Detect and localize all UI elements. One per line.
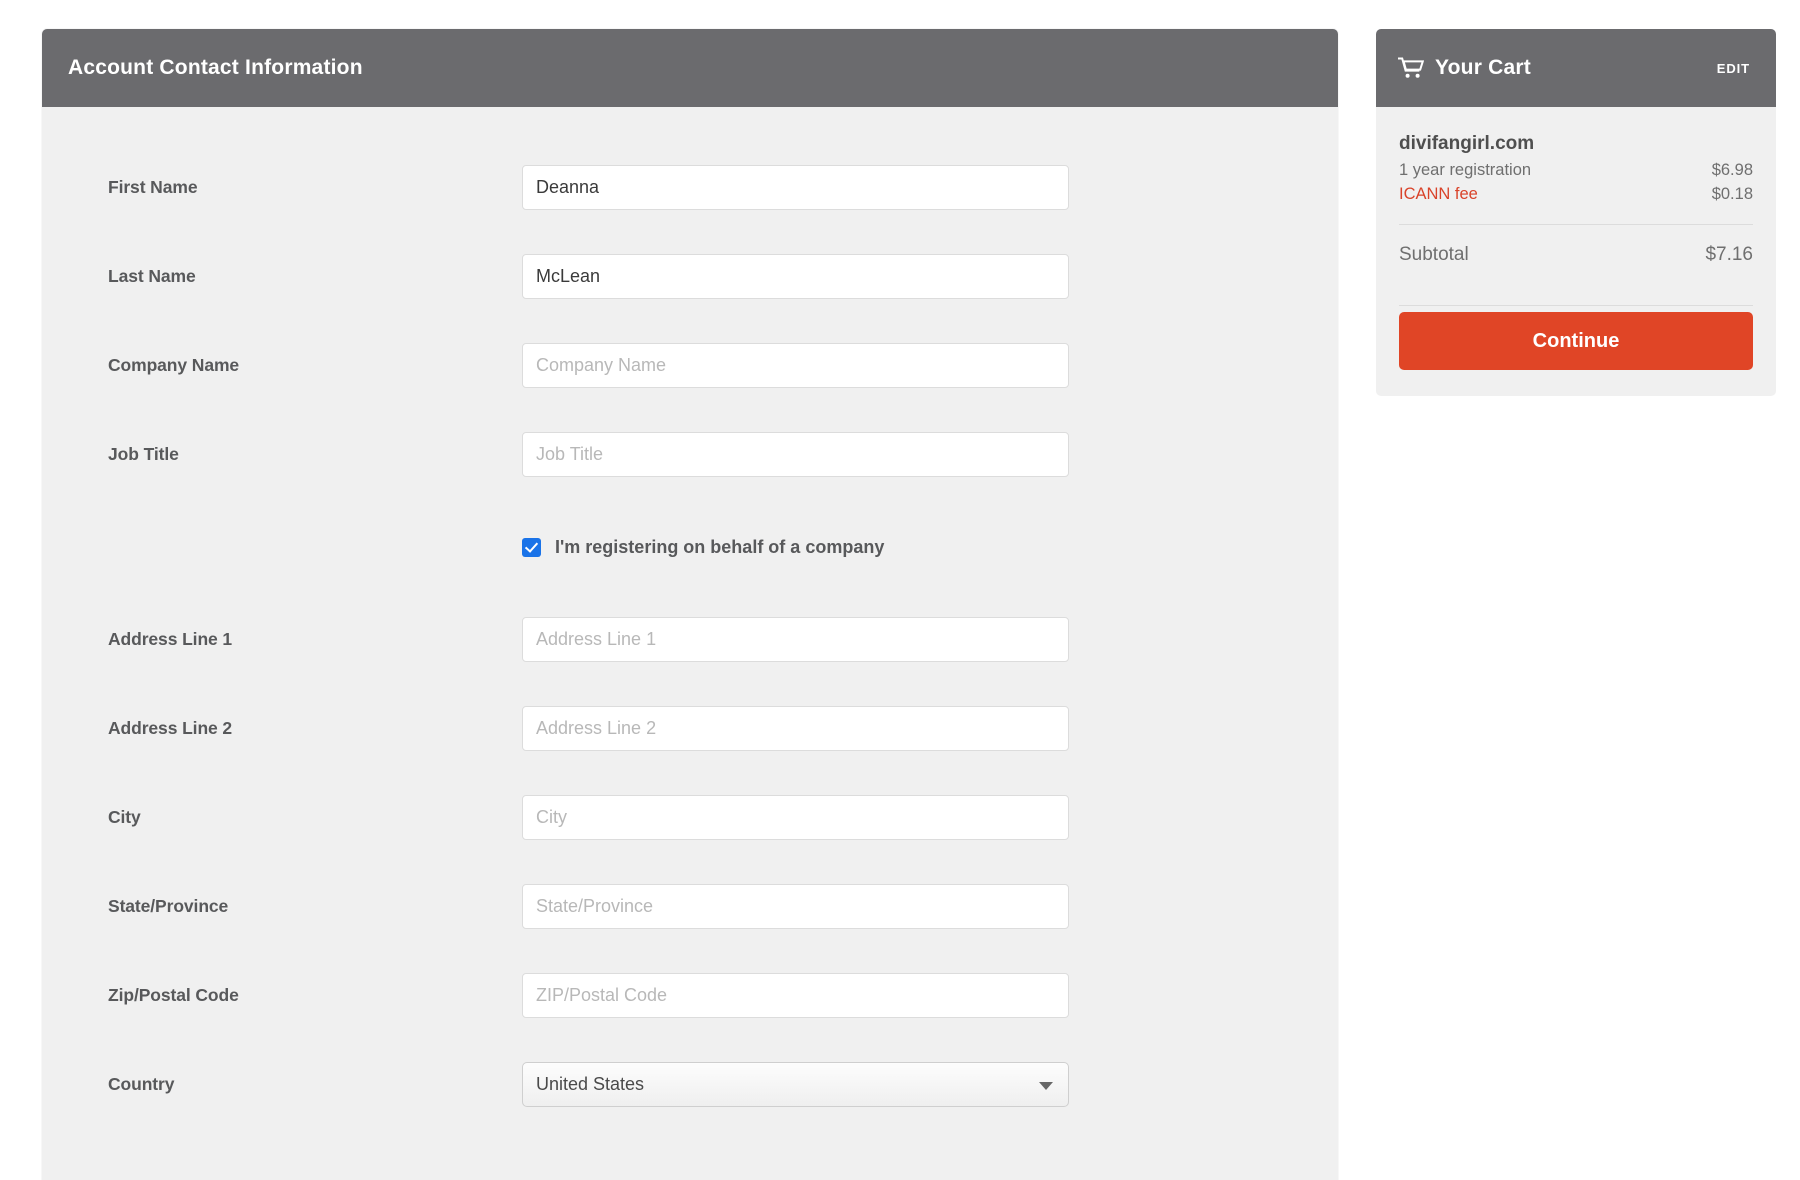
label-country: Country xyxy=(108,1074,522,1095)
cart-subtotal-price: $7.16 xyxy=(1705,244,1753,266)
cart-line-item: 1 year registration $6.98 xyxy=(1399,161,1753,180)
control-address-line-1 xyxy=(522,617,1069,662)
cart-subtotal-label: Subtotal xyxy=(1399,244,1469,266)
control-address-line-2 xyxy=(522,706,1069,751)
job-title-input[interactable] xyxy=(522,432,1069,477)
label-zip-postal-code: Zip/Postal Code xyxy=(108,985,522,1006)
cart-item-list: 1 year registration $6.98 ICANN fee $0.18 xyxy=(1399,161,1753,204)
control-last-name xyxy=(522,254,1069,299)
zip-postal-code-input[interactable] xyxy=(522,973,1069,1018)
field-row-last-name: Last Name xyxy=(42,232,1338,321)
cart-line-price: $6.98 xyxy=(1712,161,1753,180)
field-row-address-line-2: Address Line 2 xyxy=(42,684,1338,773)
cart-line-price: $0.18 xyxy=(1712,185,1753,204)
label-address-line-1: Address Line 1 xyxy=(108,629,522,650)
company-name-input[interactable] xyxy=(522,343,1069,388)
registering-on-behalf-label: I'm registering on behalf of a company xyxy=(555,537,884,558)
registering-on-behalf-checkbox[interactable] xyxy=(522,538,541,557)
shopping-cart-icon xyxy=(1398,57,1435,79)
field-row-address-line-1: Address Line 1 xyxy=(42,595,1338,684)
label-job-title: Job Title xyxy=(108,444,522,465)
label-last-name: Last Name xyxy=(108,266,522,287)
cart-line-label: 1 year registration xyxy=(1399,161,1531,180)
country-select[interactable]: United States xyxy=(522,1062,1069,1107)
last-name-input[interactable] xyxy=(522,254,1069,299)
cart-edit-link[interactable]: EDIT xyxy=(1717,61,1750,76)
panel-header: Account Contact Information xyxy=(42,29,1338,107)
state-province-input[interactable] xyxy=(522,884,1069,929)
control-city xyxy=(522,795,1069,840)
field-row-company-name: Company Name xyxy=(42,321,1338,410)
cart-header: Your Cart EDIT xyxy=(1376,29,1776,107)
account-contact-information-panel: Account Contact Information First Name La… xyxy=(42,29,1338,1180)
label-first-name: First Name xyxy=(108,177,522,198)
contact-form: First Name Last Name Company Name Job Title… xyxy=(42,107,1338,1129)
cart-divider-bottom xyxy=(1399,305,1753,306)
field-row-job-title: Job Title xyxy=(42,410,1338,499)
select-wrap-country: United States xyxy=(522,1062,1069,1107)
field-row-city: City xyxy=(42,773,1338,862)
page-title: Account Contact Information xyxy=(68,56,363,80)
cart-line-label: ICANN fee xyxy=(1399,185,1478,204)
label-address-line-2: Address Line 2 xyxy=(108,718,522,739)
cart-panel: Your Cart EDIT divifangirl.com 1 year re… xyxy=(1376,29,1776,396)
label-company-name: Company Name xyxy=(108,355,522,376)
control-state-province xyxy=(522,884,1069,929)
cart-body: divifangirl.com 1 year registration $6.98… xyxy=(1376,107,1776,396)
cart-domain-name: divifangirl.com xyxy=(1399,133,1753,155)
label-city: City xyxy=(108,807,522,828)
continue-button[interactable]: Continue xyxy=(1399,312,1753,370)
field-row-country: CountryUnited States xyxy=(42,1040,1338,1129)
cart-line-item: ICANN fee $0.18 xyxy=(1399,185,1753,204)
control-job-title xyxy=(522,432,1069,477)
cart-header-left: Your Cart xyxy=(1398,56,1531,80)
field-row-first-name: First Name xyxy=(42,143,1338,232)
checkout-page: Account Contact Information First Name La… xyxy=(0,0,1800,1180)
cart-title: Your Cart xyxy=(1435,56,1531,80)
registering-on-behalf-checkbox-group[interactable]: I'm registering on behalf of a company xyxy=(522,537,884,558)
control-country: United States xyxy=(522,1062,1069,1107)
field-row-state-province: State/Province xyxy=(42,862,1338,951)
city-input[interactable] xyxy=(522,795,1069,840)
address-line-1-input[interactable] xyxy=(522,617,1069,662)
field-row-zip-postal-code: Zip/Postal Code xyxy=(42,951,1338,1040)
first-name-input[interactable] xyxy=(522,165,1069,210)
label-state-province: State/Province xyxy=(108,896,522,917)
company-checkbox-row: I'm registering on behalf of a company xyxy=(42,499,1338,595)
address-line-2-input[interactable] xyxy=(522,706,1069,751)
control-zip-postal-code xyxy=(522,973,1069,1018)
control-first-name xyxy=(522,165,1069,210)
control-company-name xyxy=(522,343,1069,388)
cart-subtotal-row: Subtotal $7.16 xyxy=(1399,225,1753,285)
